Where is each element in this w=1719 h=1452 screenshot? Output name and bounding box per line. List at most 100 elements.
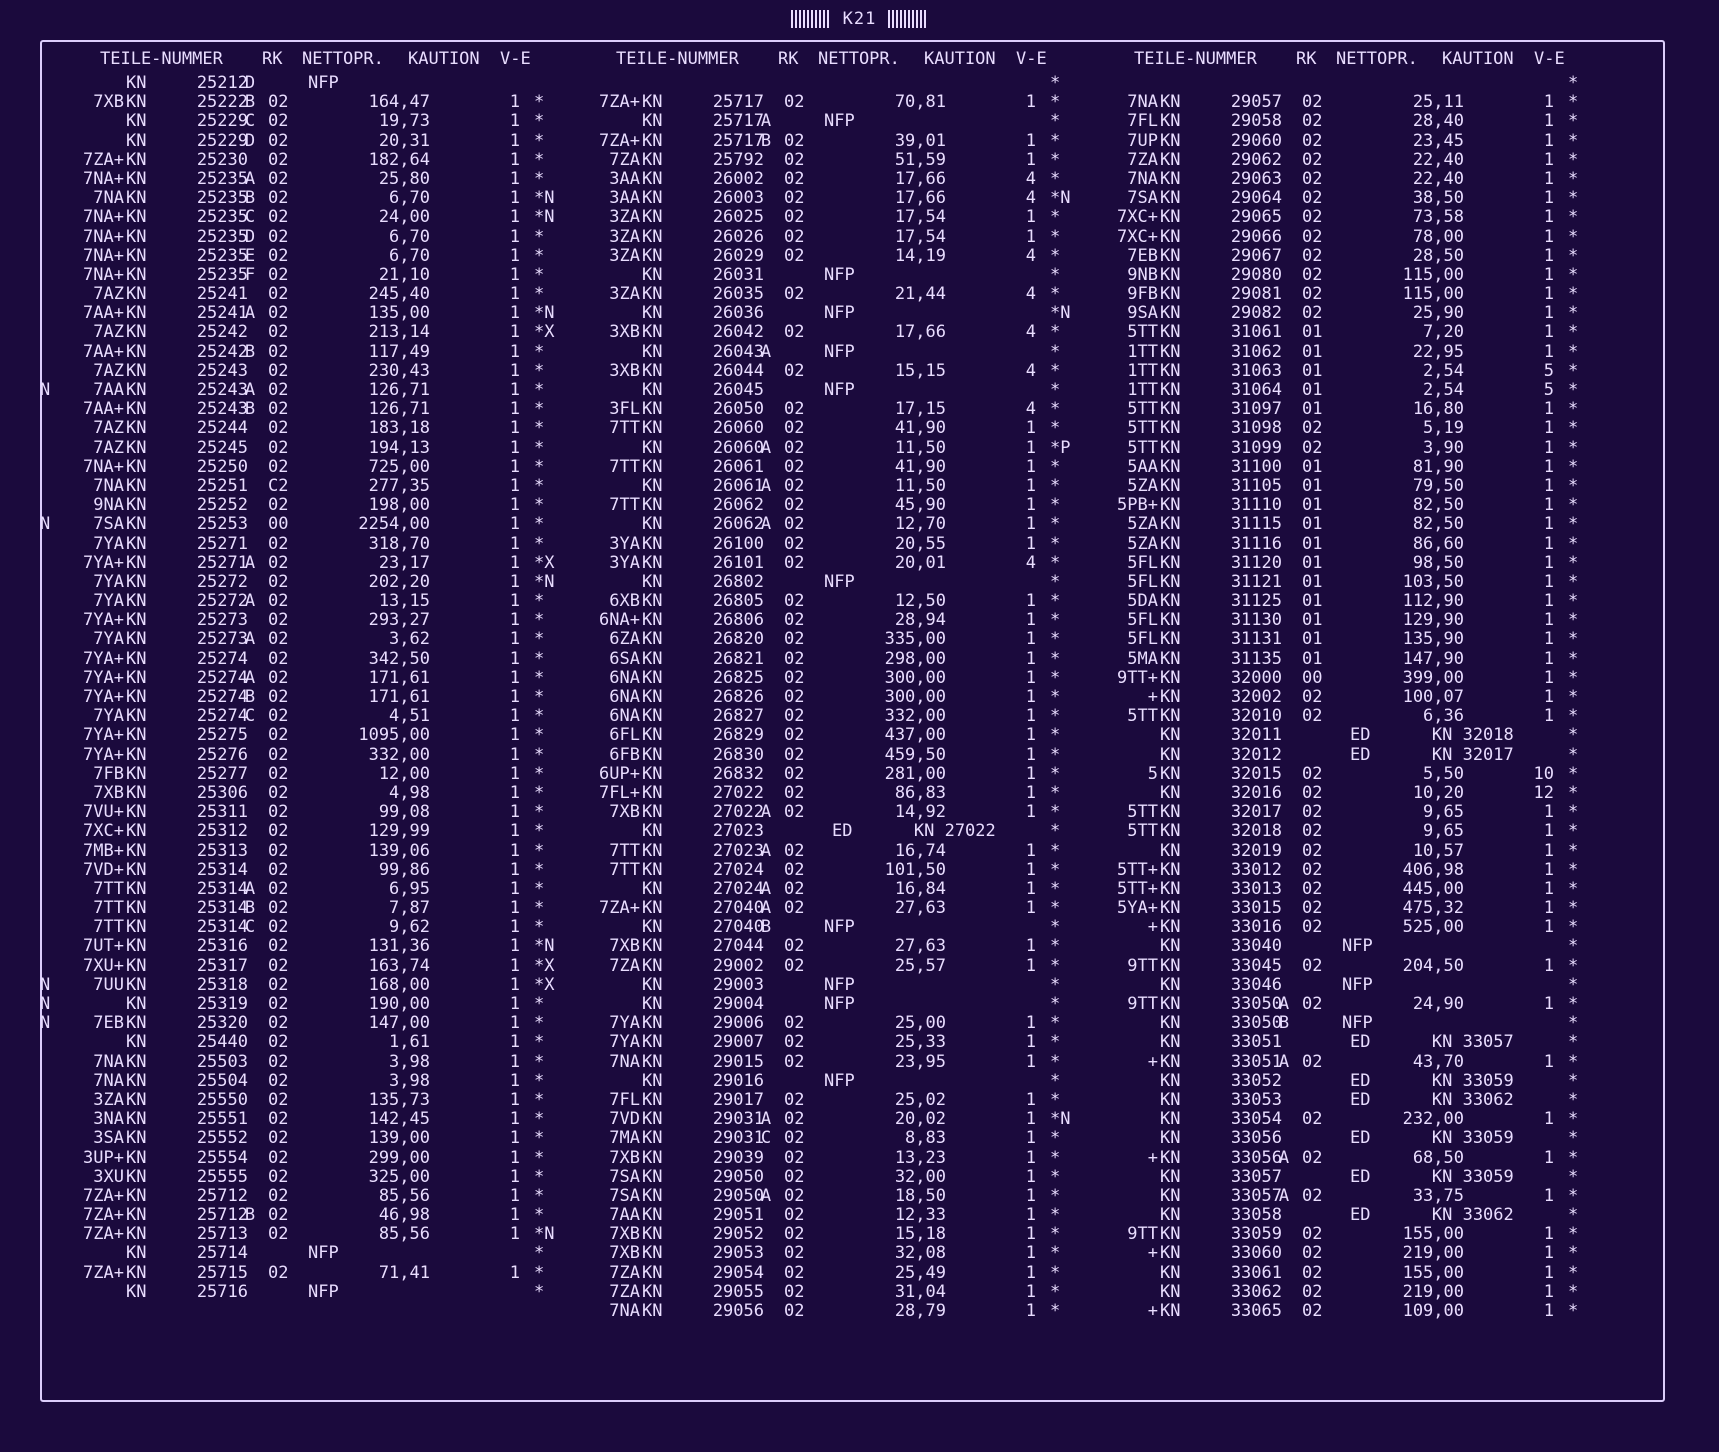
table-row: 5TT KN 32010 02 6,36 1 * [1074,706,1594,726]
status-flag: * [1050,264,1061,285]
part-number: 25552 [196,1128,248,1149]
part-number: 26805 [712,591,764,612]
net-price: 71,41 [378,1262,430,1283]
status-flag: * [1050,245,1061,266]
quantity-ve: 1 [1543,629,1554,650]
quantity-ve: 1 [1543,994,1554,1014]
header-nettopr: NETTOPR. [1336,49,1418,69]
part-prefix: 7SA [609,1185,640,1206]
status-flag: * [1050,130,1061,151]
status-flag: *X [534,974,555,995]
part-number: 33013 [1230,878,1282,899]
net-price: 525,00 [1402,917,1464,938]
status-flag: * [1568,303,1579,324]
part-prefix: 7NA+ [83,456,124,477]
status-flag: * [534,1109,545,1130]
part-prefix: 7AZ [93,418,124,439]
status-flag: * [1568,552,1579,573]
quantity-ve: 1 [509,495,520,516]
quantity-ve: 1 [1025,1281,1036,1302]
quantity-ve: 1 [1543,821,1554,842]
part-prefix: 7AA [609,1205,640,1226]
quantity-ve: 5 [1543,360,1554,381]
quantity-ve: 1 [509,878,520,899]
status-flag: * [534,994,545,1014]
status-flag: * [1050,1185,1061,1206]
part-number: 25306 [196,782,248,803]
variant-code: C [760,1128,772,1149]
quantity-ve: 1 [1543,1224,1554,1245]
table-row: 3NA KN 25551 02 142,45 1 * [40,1109,560,1130]
table-row: 3YA KN 26101 02 20,01 4 * [556,553,1076,573]
net-price: 399,00 [1402,667,1464,688]
quantity-ve: 1 [509,475,520,496]
column-header: TEILE-NUMMER RK NETTOPR. KAUTION V-E [556,49,1076,74]
table-row: 9NB KN 29080 02 115,00 1 * [1074,264,1594,285]
table-row: 3AA KN 26002 02 17,66 4 * [556,169,1076,189]
status-flag: *N [534,1224,555,1245]
net-price: 68,50 [1412,1147,1464,1168]
variant-code: A [244,629,256,650]
quantity-ve: 1 [509,1185,520,1206]
table-row: 7NA+ KN 25235 A 02 25,80 1 * [40,168,560,189]
part-prefix: 6ZA [609,629,640,650]
quantity-ve: 1 [509,610,520,631]
part-number: 25318 [196,974,248,995]
part-prefix: 7NA+ [83,207,124,228]
part-number: 27044 [712,936,764,957]
part-number: 29031 [712,1128,764,1149]
part-number: 26036 [712,303,764,324]
net-price: 475,32 [1402,898,1464,919]
net-price: NFP [824,974,855,995]
part-number: 29016 [712,1070,764,1091]
part-number: 25243 [196,399,248,420]
part-number: 29064 [1230,188,1282,209]
part-number: 25235 [196,168,248,189]
status-flag: * [534,92,545,113]
quantity-ve: 1 [509,380,520,400]
net-price: 10,57 [1412,840,1464,861]
quantity-ve: 1 [1543,418,1554,439]
part-number: 29063 [1230,168,1282,189]
quantity-ve: 1 [509,1109,520,1130]
status-flag: * [534,533,545,554]
quantity-ve: 1 [509,1128,520,1149]
status-flag: * [534,418,545,439]
table-row: 3XB KN 26044 02 15,15 4 * [556,361,1076,381]
part-number: 29081 [1230,284,1282,305]
variant-code: A [760,1109,772,1130]
table-row: 7SA KN 29050 A 02 18,50 1 * [556,1185,1076,1206]
quantity-ve: 1 [509,840,520,861]
part-number: 26045 [712,380,764,400]
quantity-ve: 1 [1543,878,1554,899]
table-row: 7XC+ KN 29066 02 78,00 1 * [1074,226,1594,247]
part-number: 25251 [196,475,248,496]
net-price: ED KN 33059 [1350,1166,1514,1187]
net-price: 101,50 [884,859,946,880]
quantity-ve: 1 [509,859,520,880]
quantity-ve: 1 [1543,552,1554,573]
quantity-ve: 1 [509,130,520,151]
status-flag: * [1568,821,1579,842]
quantity-ve: 1 [509,782,520,803]
part-number: 26043 [712,341,764,362]
status-flag: * [1050,610,1061,631]
part-number: 33046 [1230,974,1282,995]
net-price: NFP [824,111,855,132]
table-row: * [556,73,1076,93]
status-flag: * [1050,744,1061,765]
status-flag: * [1050,1070,1061,1091]
table-row: N KN 25319 02 190,00 1 * [40,994,560,1014]
part-number: 29066 [1230,226,1282,247]
status-flag: * [1568,207,1579,228]
table-row: + KN 33016 02 525,00 1 * [1074,918,1594,937]
net-price: 115,00 [1402,264,1464,285]
net-price: 23,17 [378,552,430,573]
quantity-ve: 1 [1025,1051,1036,1072]
table-row: 3AA KN 26003 02 17,66 4 *N [556,188,1076,208]
part-prefix: 3YA [609,533,640,554]
part-prefix: 3ZA [609,284,640,305]
status-flag: * [1050,667,1061,688]
part-prefix: 5TT [1127,399,1158,420]
part-number: 25253 [196,514,248,535]
